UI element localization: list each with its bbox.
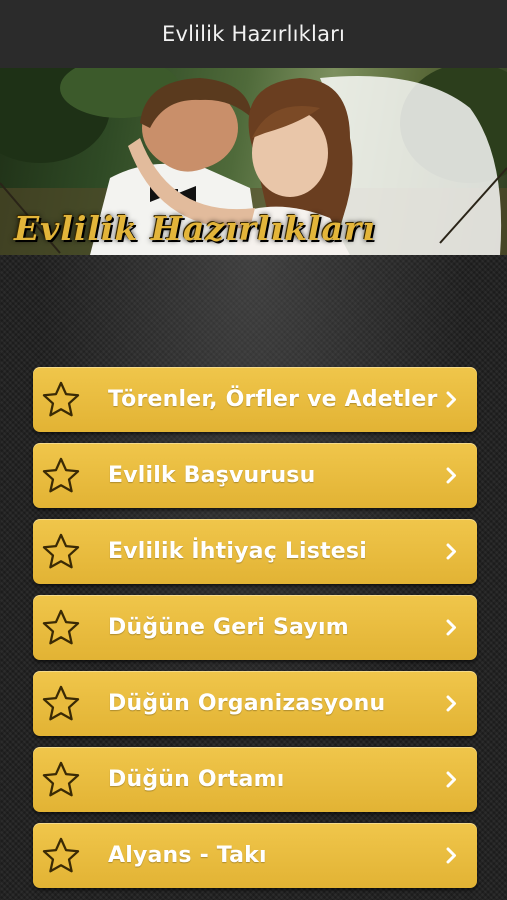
menu-list: Törenler, Örfler ve Adetler Evlilk Başvur… (33, 367, 477, 899)
chevron-right-icon (446, 467, 456, 484)
chevron-right-icon (446, 771, 456, 788)
chevron-right-icon (446, 619, 456, 636)
menu-item-label: Düğün Ortamı (108, 767, 285, 792)
chevron-right-icon (446, 543, 456, 560)
header-banner-image: Evlilik Hazırlıkları (0, 68, 507, 255)
chevron-right-icon (446, 695, 456, 712)
menu-item-label: Düğüne Geri Sayım (108, 615, 349, 640)
star-icon (42, 457, 80, 493)
menu-item-label: Evlilik İhtiyaç Listesi (108, 539, 367, 564)
chevron-right-icon (446, 391, 456, 408)
menu-item[interactable]: Düğüne Geri Sayım (33, 595, 477, 660)
menu-item[interactable]: Düğün Ortamı (33, 747, 477, 812)
app-bar: Evlilik Hazırlıkları (0, 0, 507, 68)
star-icon (42, 685, 80, 721)
main-content: Törenler, Örfler ve Adetler Evlilk Başvur… (0, 255, 507, 900)
star-icon (42, 837, 80, 873)
star-icon (42, 609, 80, 645)
menu-item[interactable]: Törenler, Örfler ve Adetler (33, 367, 477, 432)
menu-item-label: Evlilk Başvurusu (108, 463, 316, 488)
banner-title-text: Evlilik Hazırlıkları (14, 209, 376, 248)
star-icon (42, 381, 80, 417)
app-title: Evlilik Hazırlıkları (161, 22, 346, 46)
menu-item[interactable]: Alyans - Takı (33, 823, 477, 888)
star-icon (42, 533, 80, 569)
menu-item[interactable]: Düğün Organizasyonu (33, 671, 477, 736)
menu-item[interactable]: Evlilik İhtiyaç Listesi (33, 519, 477, 584)
menu-item[interactable]: Evlilk Başvurusu (33, 443, 477, 508)
star-icon (42, 761, 80, 797)
menu-item-label: Düğün Organizasyonu (108, 691, 386, 716)
chevron-right-icon (446, 847, 456, 864)
menu-item-label: Törenler, Örfler ve Adetler (108, 387, 438, 412)
menu-item-label: Alyans - Takı (108, 843, 267, 868)
